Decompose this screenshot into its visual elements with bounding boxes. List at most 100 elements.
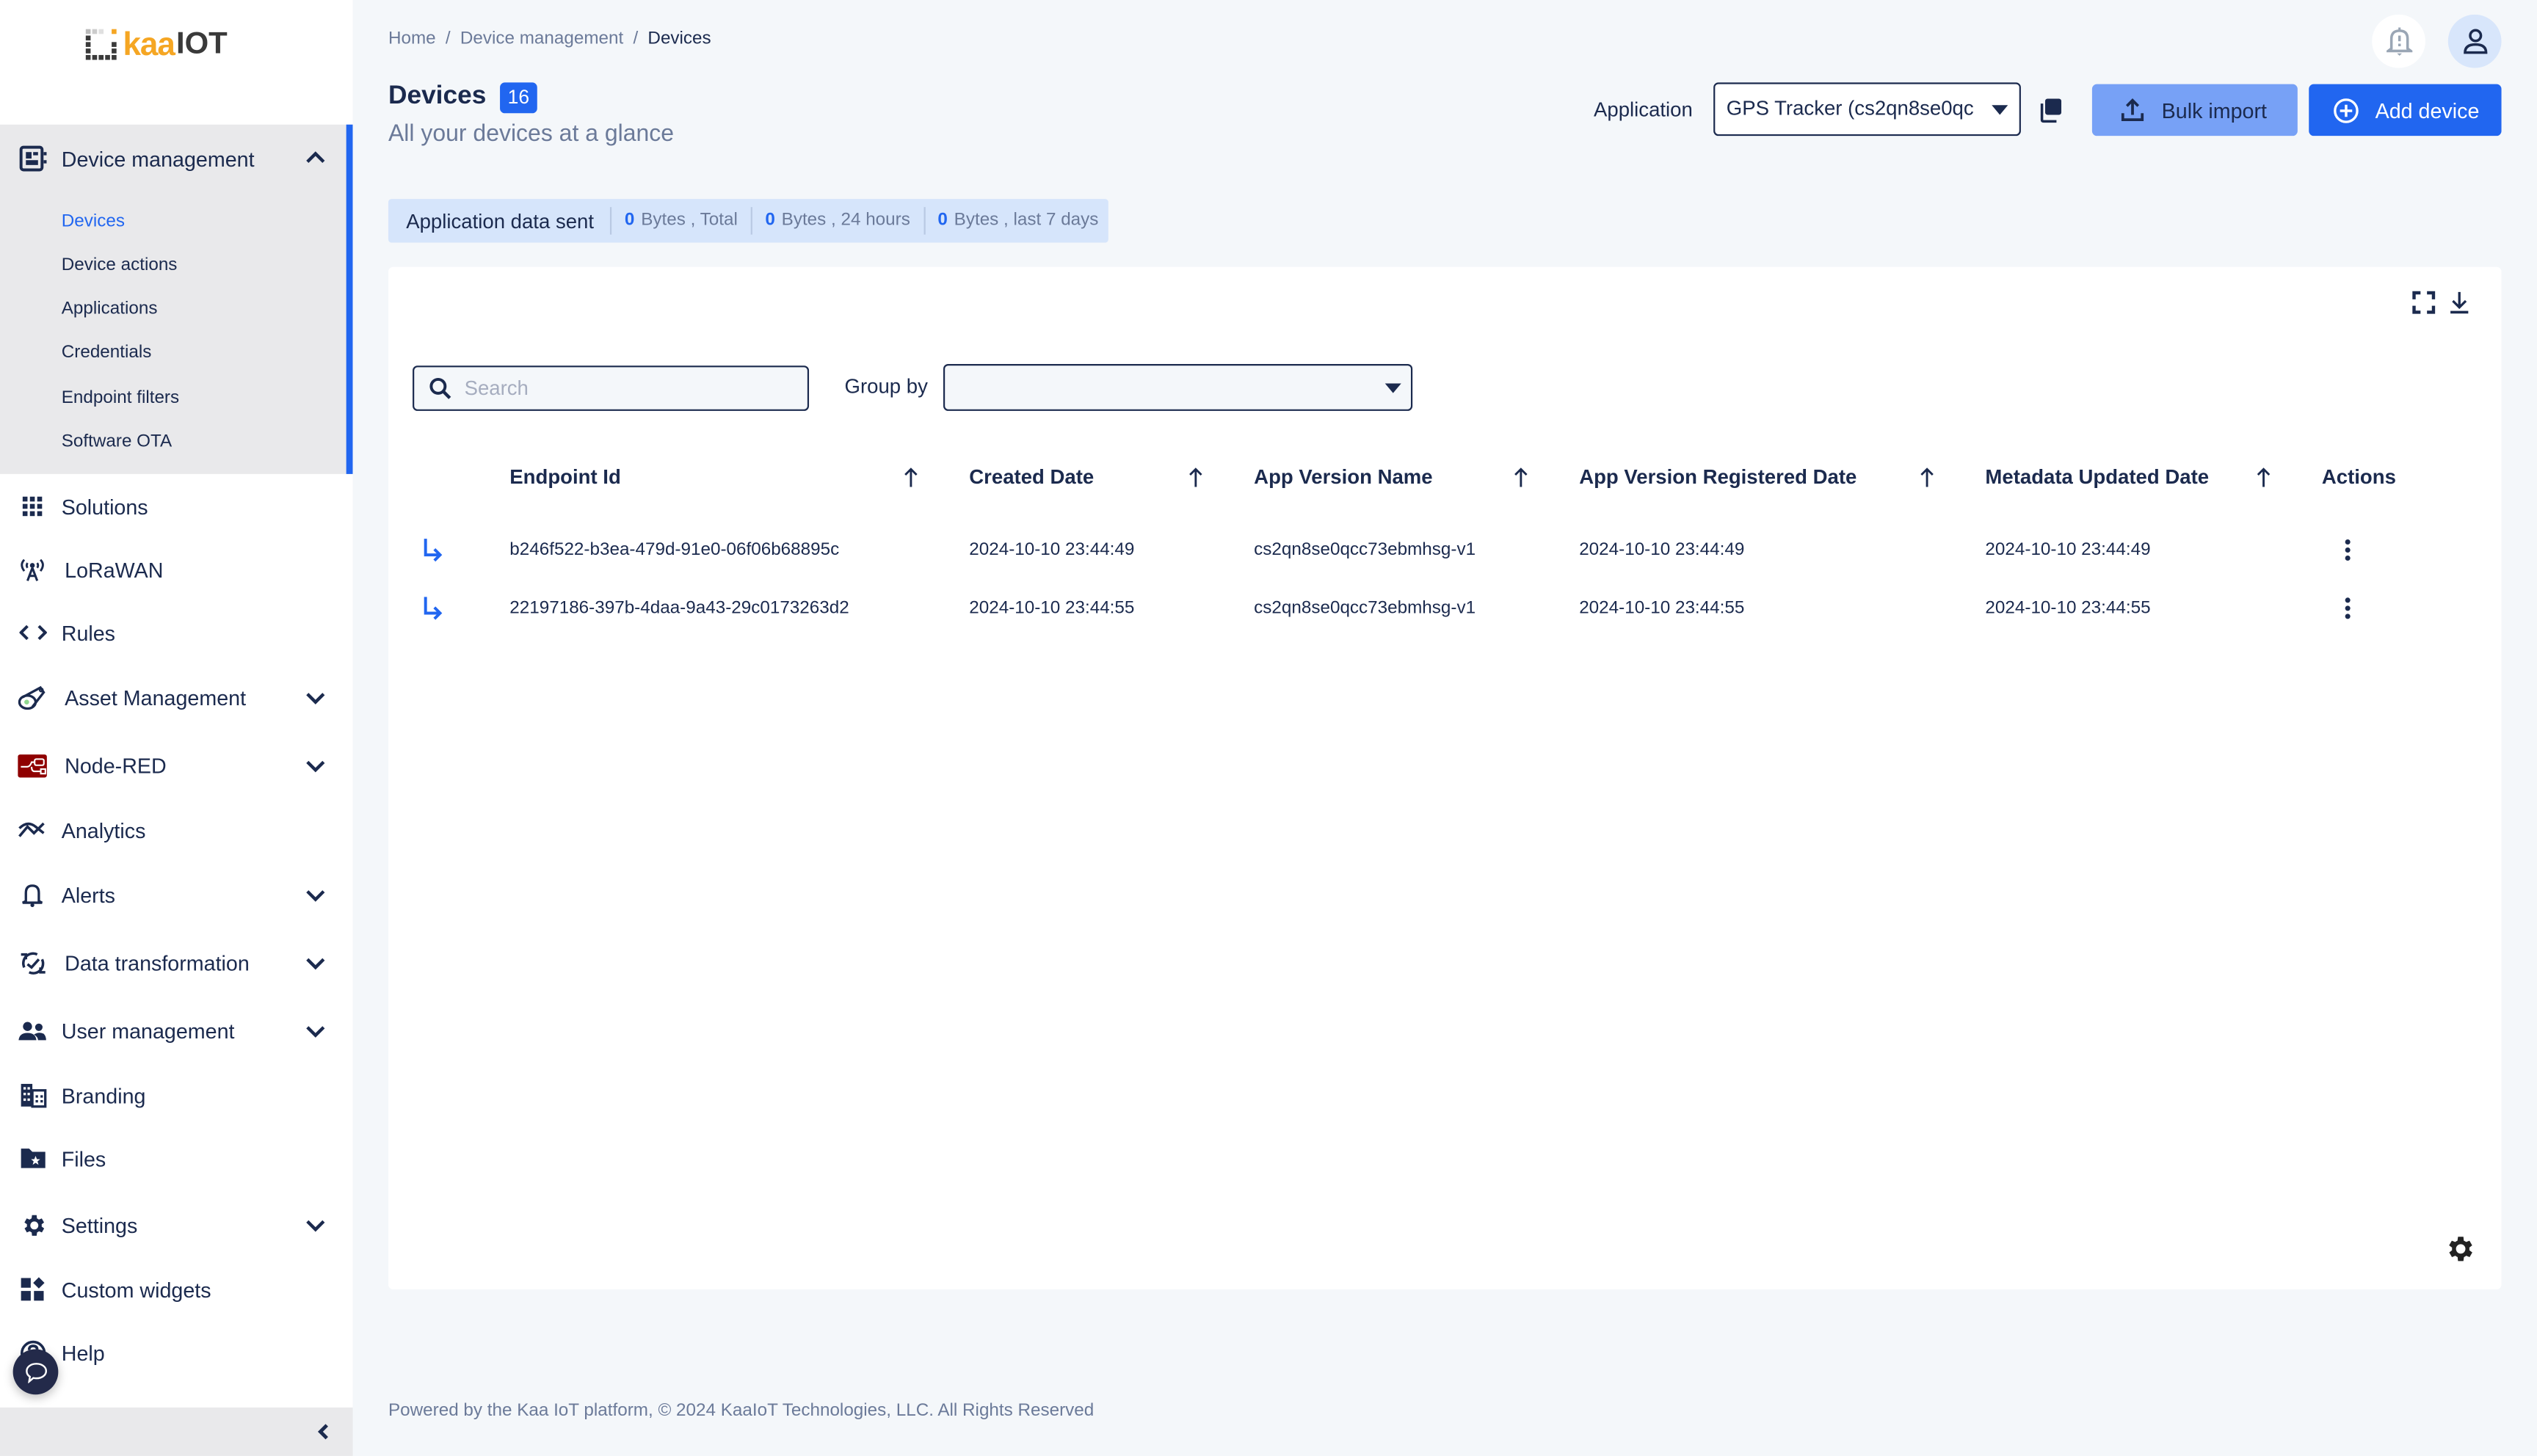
column-header-app-version-registered-date[interactable]: App Version Registered Date: [1579, 466, 1857, 489]
sidebar-item-label: Files: [61, 1146, 106, 1171]
sidebar-item-asset-management[interactable]: Asset Management: [0, 668, 352, 726]
chevron-down-icon[interactable]: [304, 754, 327, 776]
data-sent-value: 0: [765, 210, 775, 230]
subdirectory-arrow-icon[interactable]: [421, 595, 443, 621]
page-title: Devices: [388, 82, 487, 110]
sidebar-item-label: Rules: [61, 620, 116, 645]
sidebar-item-settings[interactable]: Settings: [0, 1195, 352, 1253]
sidebar-subitem-software-ota[interactable]: Software OTA: [62, 432, 172, 451]
sidebar-item-label: Alerts: [61, 882, 116, 907]
grid-icon: [18, 492, 47, 521]
cell-created-date: 2024-10-10 23:44:49: [969, 540, 1135, 560]
data-sent-unit: Bytes , 24 hours: [781, 210, 910, 230]
application-data-sent-bar: Application data sent 0 Bytes , Total 0 By…: [388, 199, 1108, 243]
sort-arrow-up-icon[interactable]: [1513, 466, 1529, 489]
cell-endpoint-id[interactable]: b246f522-b3ea-479d-91e0-06f06b68895c: [509, 540, 839, 559]
data-sent-unit: Bytes , Total: [641, 210, 738, 230]
table-settings-gear-icon[interactable]: [2443, 1233, 2475, 1265]
search-input[interactable]: [461, 375, 791, 401]
antenna-icon: [18, 555, 47, 584]
data-sent-24h: 0 Bytes , 24 hours: [750, 207, 923, 235]
sidebar-item-label: Asset Management: [65, 685, 247, 710]
breadcrumb-device-management[interactable]: Device management: [460, 29, 623, 48]
application-label: Application: [1594, 98, 1693, 122]
sidebar-item-device-management[interactable]: Device management: [0, 129, 352, 187]
more-vertical-icon[interactable]: [2341, 537, 2354, 563]
sidebar-subitem-applications[interactable]: Applications: [62, 299, 158, 318]
cell-app-version-name: cs2qn8se0qcc73ebmhsg-v1: [1254, 598, 1476, 619]
sidebar-subitem-endpoint-filters[interactable]: Endpoint filters: [62, 388, 179, 407]
sidebar-item-rules[interactable]: Rules: [0, 603, 352, 661]
sort-arrow-up-icon[interactable]: [2256, 466, 2272, 489]
chevron-down-icon[interactable]: [304, 1213, 327, 1236]
sidebar-subitem-device-actions[interactable]: Device actions: [62, 255, 178, 274]
column-header-metadata-updated-date[interactable]: Metadata Updated Date: [1985, 466, 2209, 489]
application-select[interactable]: GPS Tracker (cs2qn8se0qc: [1713, 82, 2021, 136]
sidebar-item-node-red[interactable]: Node-RED: [0, 736, 352, 794]
chevron-down-icon[interactable]: [304, 951, 327, 974]
chevron-down-icon[interactable]: [304, 686, 327, 709]
sidebar-item-data-transformation[interactable]: Data transformation: [0, 933, 352, 991]
sidebar: kaa IOT Device management Devices Device…: [0, 0, 353, 1456]
bell-alert-icon: [2385, 26, 2412, 57]
breadcrumb-home[interactable]: Home: [388, 29, 436, 48]
bulk-import-label: Bulk import: [2161, 98, 2268, 123]
sidebar-item-custom-widgets[interactable]: Custom widgets: [0, 1260, 352, 1318]
code-icon: [18, 618, 47, 647]
sidebar-item-branding[interactable]: Branding: [0, 1066, 352, 1124]
asset-tag-icon: [18, 682, 47, 712]
sidebar-item-label: Branding: [61, 1082, 146, 1107]
sort-arrow-up-icon[interactable]: [1188, 466, 1204, 489]
sort-arrow-up-icon[interactable]: [903, 466, 919, 489]
column-header-actions: Actions: [2321, 465, 2396, 489]
sidebar-item-alerts[interactable]: Alerts: [0, 865, 352, 923]
add-device-button[interactable]: Add device: [2309, 84, 2502, 136]
sidebar-item-solutions[interactable]: Solutions: [0, 477, 352, 535]
data-sent-title: Application data sent: [406, 209, 595, 233]
group-by-label: Group by: [844, 375, 928, 398]
copy-icon[interactable]: [2037, 97, 2063, 123]
cell-endpoint-id[interactable]: 22197186-397b-4daa-9a43-29c0173263d2: [509, 599, 849, 618]
app-root: kaa IOT Device management Devices Device…: [0, 0, 2537, 1456]
chevron-down-icon[interactable]: [304, 884, 327, 906]
user-icon: [2462, 27, 2488, 54]
collapse-sidebar-chevron-left-icon[interactable]: [312, 1420, 335, 1443]
kaaiot-logo[interactable]: kaa IOT: [85, 23, 228, 62]
plus-circle-icon: [2333, 97, 2359, 123]
sidebar-item-files[interactable]: Files: [0, 1129, 352, 1187]
folder-star-icon: [18, 1144, 47, 1173]
user-profile-button[interactable]: [2447, 14, 2502, 68]
chat-widget-button[interactable]: [12, 1349, 59, 1395]
fullscreen-icon[interactable]: [2411, 290, 2436, 316]
sidebar-item-label: Device management: [61, 146, 255, 171]
cell-registered-date: 2024-10-10 23:44:49: [1579, 540, 1745, 560]
page-footer: Powered by the Kaa IoT platform, © 2024 …: [388, 1401, 1095, 1421]
column-header-created-date[interactable]: Created Date: [969, 466, 1094, 489]
column-header-endpoint-id[interactable]: Endpoint Id: [509, 466, 620, 489]
sort-arrow-up-icon[interactable]: [1919, 466, 1935, 489]
sidebar-item-lorawan[interactable]: LoRaWAN: [0, 540, 352, 598]
sidebar-subitem-devices[interactable]: Devices: [62, 212, 125, 231]
sidebar-item-label: User management: [61, 1018, 235, 1043]
sidebar-item-label: Analytics: [61, 818, 146, 842]
page-subtitle: All your devices at a glance: [388, 121, 675, 148]
sidebar-item-analytics[interactable]: Analytics: [0, 801, 352, 859]
notifications-button[interactable]: [2372, 14, 2425, 68]
chevron-down-icon[interactable]: [304, 1019, 327, 1042]
sidebar-item-user-management[interactable]: User management: [0, 1002, 352, 1060]
bulk-import-button[interactable]: Bulk import: [2091, 84, 2298, 136]
widgets-icon: [18, 1275, 47, 1304]
sidebar-subitem-credentials[interactable]: Credentials: [62, 343, 152, 362]
breadcrumb-current: Devices: [647, 29, 711, 49]
download-icon[interactable]: [2447, 290, 2472, 316]
column-header-app-version-name[interactable]: App Version Name: [1254, 466, 1432, 489]
data-sent-unit: Bytes , last 7 days: [954, 210, 1099, 230]
chevron-up-icon[interactable]: [304, 148, 327, 170]
transform-icon: [18, 948, 47, 978]
upload-icon: [2119, 97, 2145, 123]
group-by-select[interactable]: [943, 363, 1413, 411]
subdirectory-arrow-icon[interactable]: [421, 537, 443, 563]
cell-created-date: 2024-10-10 23:44:55: [969, 598, 1135, 619]
more-vertical-icon[interactable]: [2341, 595, 2354, 621]
search-field: [413, 365, 810, 411]
